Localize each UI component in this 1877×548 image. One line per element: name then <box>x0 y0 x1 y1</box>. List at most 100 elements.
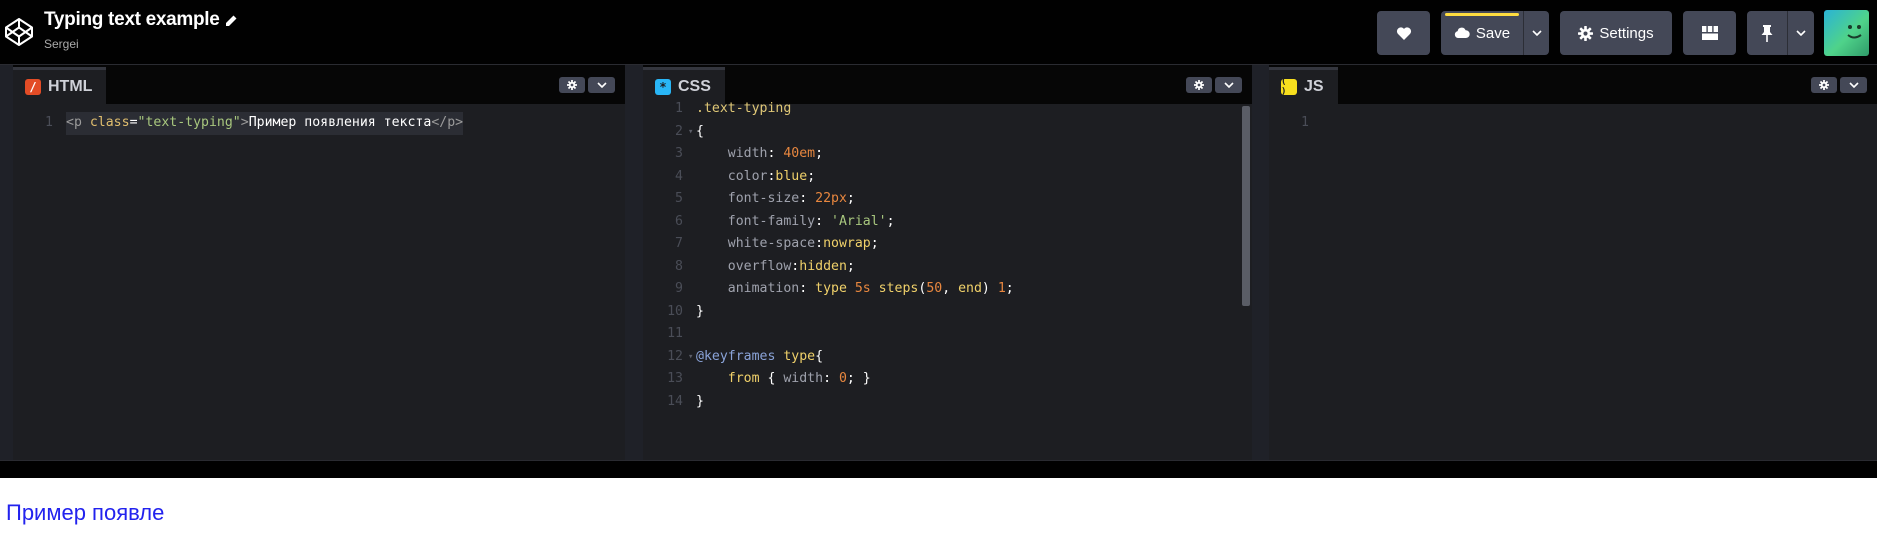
tab-html[interactable]: / HTML <box>13 67 107 104</box>
code-token: font-size <box>727 191 800 206</box>
code-token: blue <box>775 168 808 184</box>
html-editor-pane: / HTML 1 <p class="text-typing">Пример по… <box>13 65 625 460</box>
js-editor-pane: ( ) JS 1 <box>1269 65 1877 460</box>
code-text: .text-typing <box>696 98 791 121</box>
line-number: 10 <box>667 303 683 319</box>
code-line[interactable]: 1 .text-typing <box>643 98 1252 121</box>
html-pane-header: / HTML <box>13 65 625 104</box>
header-bar: Typing text example Sergei Save Settings <box>0 0 1877 65</box>
pin-options-dropdown[interactable] <box>1788 11 1814 55</box>
code-line[interactable]: 11 <box>643 323 1252 346</box>
code-line[interactable]: 7 white-space:nowrap; <box>643 233 1252 256</box>
code-line[interactable]: 1 <box>1269 112 1877 135</box>
code-token: type <box>783 348 816 364</box>
pane-resizer[interactable] <box>0 65 13 460</box>
code-line[interactable]: 12 ▾ @keyframes type{ <box>643 346 1252 369</box>
code-line[interactable]: 1 <p class="text-typing">Пример появления… <box>13 112 625 135</box>
code-line[interactable]: 4 color:blue; <box>643 166 1252 189</box>
code-text: <p class="text-typing">Пример появления … <box>66 112 464 135</box>
code-token: steps <box>878 281 919 296</box>
pane-resizer[interactable] <box>1252 65 1269 460</box>
js-collapse-button[interactable] <box>1840 77 1867 93</box>
html-code-editor[interactable]: 1 <p class="text-typing">Пример появления… <box>13 104 625 135</box>
code-line[interactable]: 6 font-family: 'Arial'; <box>643 211 1252 234</box>
line-number: 1 <box>675 101 683 116</box>
code-token: ; <box>1005 281 1014 296</box>
chevron-down-icon <box>1223 82 1234 88</box>
result-resizer[interactable] <box>0 460 1877 478</box>
pen-title[interactable]: Typing text example <box>44 9 220 31</box>
layout-icon <box>1701 26 1718 40</box>
code-token: ; <box>815 146 824 161</box>
html-settings-button[interactable] <box>559 77 585 93</box>
code-token: @keyframes <box>696 348 776 364</box>
code-token: Пример появления текста <box>248 115 432 130</box>
code-token: 1 <box>997 281 1006 296</box>
code-token: : <box>823 371 839 386</box>
code-token: animation <box>727 281 800 296</box>
code-line[interactable]: 8 overflow:hidden; <box>643 256 1252 279</box>
code-line[interactable]: 5 font-size: 22px; <box>643 188 1252 211</box>
css-scrollbar[interactable] <box>1242 106 1250 306</box>
code-line[interactable]: 10} <box>643 301 1252 324</box>
save-label: Save <box>1475 24 1511 42</box>
tab-html-label: HTML <box>48 78 93 95</box>
js-icon: ( ) <box>1281 77 1297 97</box>
save-button[interactable]: Save <box>1441 11 1523 55</box>
author-name[interactable]: Sergei <box>44 37 79 51</box>
code-text: @keyframes type{ <box>696 346 823 369</box>
code-token: ; <box>886 213 895 229</box>
code-token: = <box>129 115 138 130</box>
js-pane-header: ( ) JS <box>1269 65 1877 104</box>
line-number: 7 <box>675 236 683 251</box>
code-line[interactable]: 14} <box>643 391 1252 414</box>
code-line[interactable]: 2 ▾{ <box>643 121 1252 144</box>
save-options-dropdown[interactable] <box>1524 11 1549 55</box>
tab-js[interactable]: ( ) JS <box>1269 67 1338 104</box>
css-code-editor[interactable]: 1 .text-typing 2 ▾{3 width: 40em; 4 color:bl… <box>643 101 1252 414</box>
codepen-logo-icon[interactable] <box>4 17 34 47</box>
html-collapse-button[interactable] <box>588 77 615 93</box>
code-token: "text-typing" <box>137 115 241 130</box>
code-token: ) <box>981 281 998 296</box>
code-token: 5s <box>854 281 879 296</box>
js-settings-button[interactable] <box>1811 77 1837 93</box>
code-line[interactable]: 3 width: 40em; <box>643 143 1252 166</box>
code-line[interactable]: 9 animation: type 5s steps(50, end) 1; <box>643 278 1252 301</box>
code-line[interactable]: 13 from { width: 0; } <box>643 368 1252 391</box>
pin-button-group <box>1747 11 1814 55</box>
code-token: > <box>240 115 249 130</box>
pin-icon <box>1761 24 1773 42</box>
code-text: from { width: 0; } <box>696 368 871 391</box>
change-view-button[interactable] <box>1683 11 1736 55</box>
code-token: ; } <box>846 371 871 386</box>
pencil-icon[interactable] <box>224 14 238 28</box>
code-token: : <box>767 146 784 161</box>
line-number: 12 <box>667 348 683 364</box>
css-settings-button[interactable] <box>1186 77 1212 93</box>
line-number: 14 <box>667 393 683 409</box>
fold-toggle-icon[interactable]: ▾ <box>688 346 693 369</box>
code-token: 0 <box>838 371 847 386</box>
code-token: 'Arial' <box>831 213 887 229</box>
js-code-editor[interactable]: 1 <box>1269 104 1877 135</box>
css-icon: * <box>655 79 671 95</box>
css-collapse-button[interactable] <box>1215 77 1242 93</box>
pane-resizer[interactable] <box>625 65 643 460</box>
fold-toggle-icon[interactable]: ▾ <box>688 121 693 144</box>
line-number: 13 <box>667 371 683 386</box>
love-button[interactable] <box>1377 11 1430 55</box>
pin-button[interactable] <box>1747 11 1787 55</box>
tab-js-label: JS <box>1304 78 1324 95</box>
line-number: 11 <box>667 326 683 341</box>
avatar[interactable] <box>1824 10 1869 56</box>
settings-button[interactable]: Settings <box>1560 11 1672 55</box>
code-token: .text-typing <box>696 101 792 116</box>
html-icon: / <box>25 79 41 95</box>
code-token: </p> <box>431 115 464 130</box>
line-number: 1 <box>1301 115 1309 130</box>
